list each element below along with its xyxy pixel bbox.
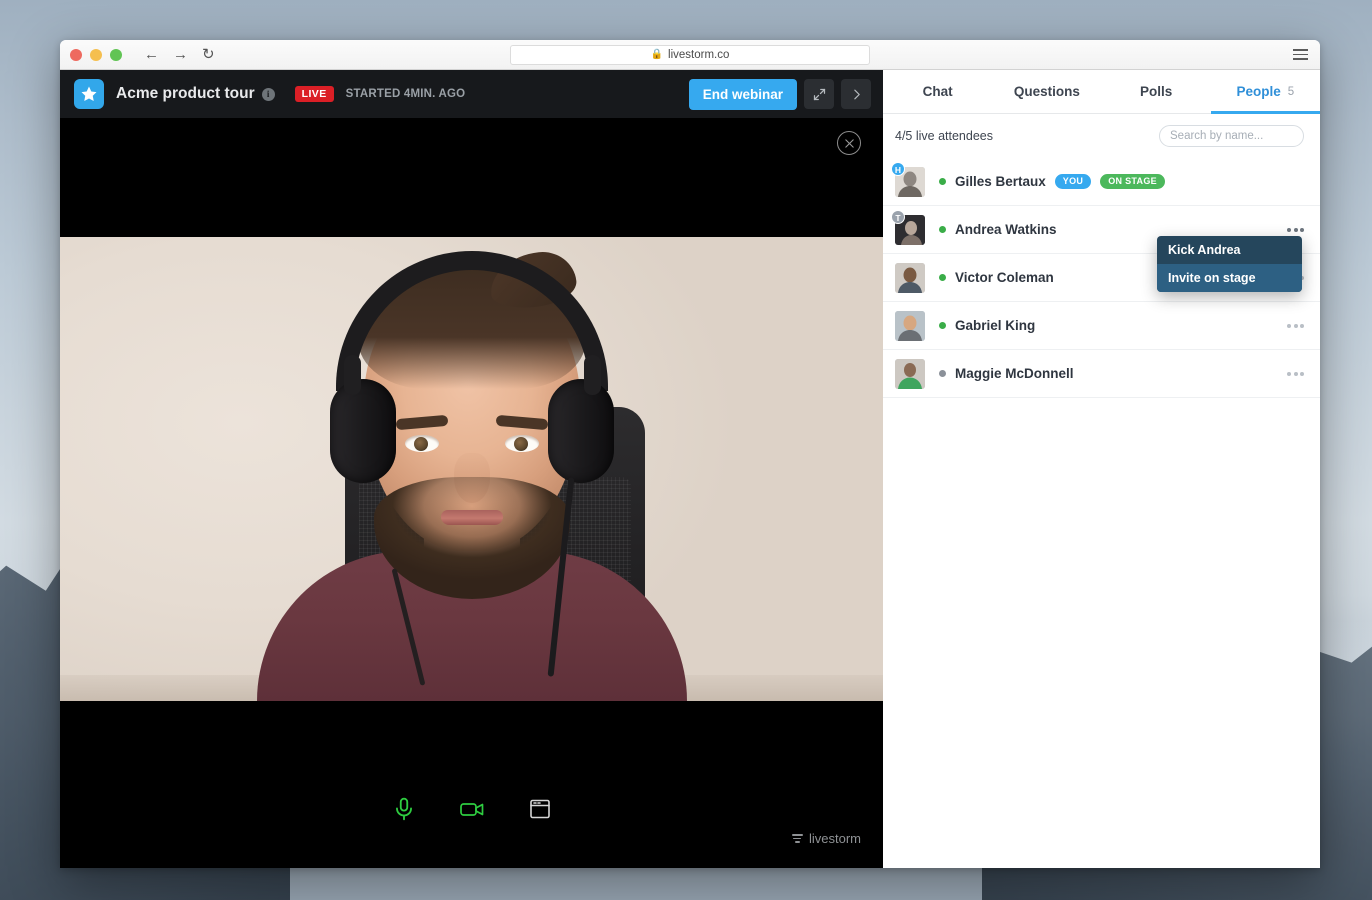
attendee-context-menu: Kick Andrea Invite on stage <box>1157 236 1302 292</box>
browser-chrome: ← → ↻ 🔒 livestorm.co <box>60 40 1320 70</box>
webcam-video-feed <box>60 237 883 701</box>
avatar <box>895 358 925 389</box>
you-badge: YOU <box>1054 174 1092 189</box>
hamburger-menu-icon[interactable] <box>1293 49 1308 60</box>
eyebrow-right <box>495 414 548 431</box>
status-dot-online <box>939 322 946 329</box>
eyebrow-left <box>395 414 448 431</box>
tab-people-label: People <box>1236 84 1281 99</box>
stage-header-actions: End webinar <box>688 78 871 110</box>
url-text: livestorm.co <box>668 48 730 61</box>
close-window-button[interactable] <box>70 48 82 61</box>
role-badge-host: H <box>891 161 905 176</box>
window-traffic-lights <box>70 48 122 61</box>
back-icon[interactable]: ← <box>144 47 159 62</box>
chevron-right-icon[interactable] <box>841 79 871 109</box>
headphone-arm-left <box>343 355 361 395</box>
end-webinar-button[interactable]: End webinar <box>688 78 797 110</box>
attendee-name: Gilles Bertaux <box>955 174 1046 189</box>
attendee-name: Gabriel King <box>955 318 1036 333</box>
video-region: livestorm <box>60 118 883 868</box>
desktop-background: ← → ↻ 🔒 livestorm.co Acme product tour i… <box>0 0 1372 900</box>
attendee-name: Maggie McDonnell <box>955 366 1074 381</box>
row-options-menu-icon[interactable] <box>1285 366 1306 382</box>
sidebar-panel: Chat Questions Polls People 5 4/5 live a… <box>883 70 1320 868</box>
info-icon[interactable]: i <box>261 87 275 101</box>
list-item[interactable]: Gabriel King <box>883 302 1320 350</box>
attendee-name: Andrea Watkins <box>955 222 1057 237</box>
expand-arrows-icon[interactable] <box>804 79 834 109</box>
search-input[interactable] <box>1159 125 1304 147</box>
status-dot-offline <box>939 370 946 377</box>
status-dot-online <box>939 226 946 233</box>
livestorm-mark-icon <box>791 833 803 844</box>
livestorm-watermark-label: livestorm <box>808 831 861 846</box>
tab-polls[interactable]: Polls <box>1102 70 1211 113</box>
url-bar[interactable]: 🔒 livestorm.co <box>510 44 870 65</box>
forward-icon[interactable]: → <box>173 47 188 62</box>
status-dot-online <box>939 274 946 281</box>
page-title: Acme product tour <box>116 85 255 102</box>
maximize-window-button[interactable] <box>110 48 122 61</box>
list-item[interactable]: H Gilles Bertaux YOU ON STAGE <box>883 158 1320 206</box>
tab-polls-label: Polls <box>1139 84 1173 99</box>
avatar-image <box>895 262 925 293</box>
browser-nav-buttons: ← → ↻ <box>144 47 215 62</box>
row-options-menu-icon[interactable] <box>1285 318 1306 334</box>
headphone-cup-left <box>329 379 396 483</box>
avatar: H <box>891 161 925 197</box>
presenter-person <box>60 237 883 701</box>
role-badge-team: T <box>891 209 905 224</box>
invite-on-stage-menu-item[interactable]: Invite on stage <box>1157 264 1302 292</box>
on-stage-badge: ON STAGE <box>1100 174 1165 189</box>
attendee-list: H Gilles Bertaux YOU ON STAGE T Andrea W… <box>883 158 1320 868</box>
avatar <box>895 262 925 293</box>
avatar-image <box>895 310 925 341</box>
tab-questions-label: Questions <box>1013 84 1080 99</box>
close-circle-icon[interactable] <box>837 131 861 155</box>
minimize-window-button[interactable] <box>90 48 102 61</box>
live-status-badge: LIVE <box>294 85 334 103</box>
browser-window: ← → ↻ 🔒 livestorm.co Acme product tour i… <box>60 40 1320 868</box>
eye-left <box>404 435 439 452</box>
stage-header: Acme product tour i LIVE STARTED 4MIN. A… <box>60 70 883 118</box>
headphone-arm-right <box>583 355 601 395</box>
avatar: T <box>891 209 925 245</box>
microphone-button[interactable] <box>387 792 421 826</box>
tab-people-count: 5 <box>1287 85 1295 98</box>
star-logo-icon <box>74 79 104 109</box>
avatar <box>895 310 925 341</box>
attendee-count-text: 4/5 live attendees <box>895 129 993 143</box>
webinar-stage: Acme product tour i LIVE STARTED 4MIN. A… <box>60 70 883 868</box>
attendee-list-header: 4/5 live attendees <box>883 114 1320 158</box>
status-dot-online <box>939 178 946 185</box>
reload-icon[interactable]: ↻ <box>202 47 215 62</box>
attendee-name: Victor Coleman <box>955 270 1054 285</box>
headphone-cup-right <box>547 379 614 483</box>
app-body: Acme product tour i LIVE STARTED 4MIN. A… <box>60 70 1320 868</box>
avatar-image <box>895 358 925 389</box>
kick-attendee-menu-item[interactable]: Kick Andrea <box>1157 236 1302 264</box>
padlock-icon: 🔒 <box>650 48 664 60</box>
camera-button[interactable] <box>455 792 489 826</box>
tab-questions[interactable]: Questions <box>992 70 1101 113</box>
sidebar-tabs: Chat Questions Polls People 5 <box>883 70 1320 114</box>
tab-people[interactable]: People 5 <box>1210 70 1320 114</box>
tab-chat-label: Chat <box>922 84 953 99</box>
list-item[interactable]: Maggie McDonnell <box>883 350 1320 398</box>
livestorm-watermark: livestorm <box>791 831 861 846</box>
tab-chat[interactable]: Chat <box>883 70 992 113</box>
screenshare-button[interactable] <box>523 792 557 826</box>
mouth <box>440 510 503 525</box>
eye-right <box>504 435 539 452</box>
started-time-text: STARTED 4MIN. AGO <box>345 88 466 100</box>
stage-controls-bar <box>60 749 883 868</box>
